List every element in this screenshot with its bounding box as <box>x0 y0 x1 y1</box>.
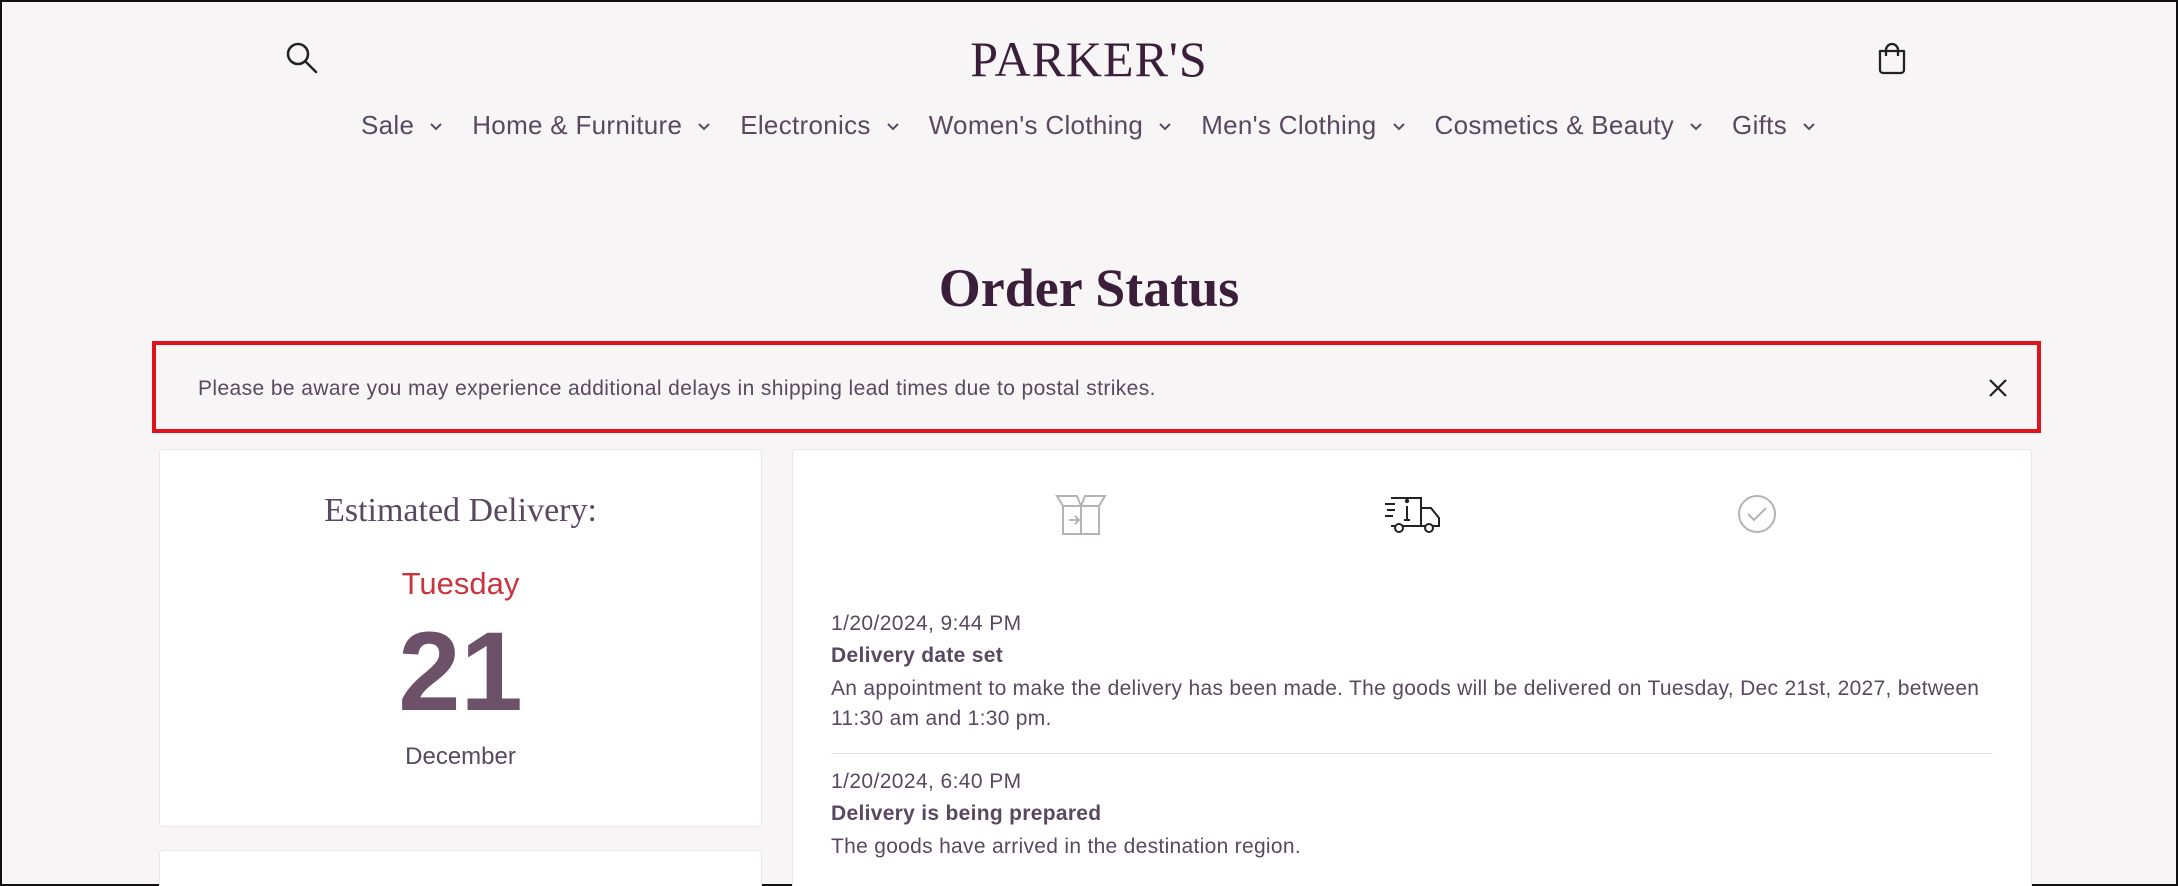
event-description: The goods have arrived in the destinatio… <box>831 835 1301 858</box>
nav-item-gifts[interactable]: Gifts <box>1718 110 1831 141</box>
event-description: An appointment to make the delivery has … <box>831 677 1980 730</box>
chevron-down-icon <box>1690 122 1702 130</box>
package-icon <box>1053 490 1109 538</box>
timeline-event: 1/20/2024, 6:40 PM Delivery is being pre… <box>831 770 1993 862</box>
delivery-truck-icon <box>1383 490 1440 538</box>
chevron-down-icon <box>430 122 442 130</box>
site-logo[interactable]: PARKER'S <box>2 30 2176 88</box>
nav-item-label: Sale <box>360 110 415 140</box>
event-title: Delivery date set <box>831 644 1004 667</box>
estimated-delivery-card: Estimated Delivery: Tuesday 21 December <box>159 449 762 827</box>
secondary-card <box>159 850 762 886</box>
nav-item-home-furniture[interactable]: Home & Furniture <box>458 110 726 141</box>
close-icon[interactable] <box>1985 375 2011 401</box>
chevron-down-icon <box>886 122 899 130</box>
delivery-day: 21 <box>398 609 523 734</box>
nav-item-womens-clothing[interactable]: Women's Clothing <box>915 110 1188 141</box>
chevron-down-icon <box>1803 122 1815 130</box>
event-time: 1/20/2024, 9:44 PM <box>831 612 1022 635</box>
check-circle-icon <box>1729 490 1785 538</box>
nav-item-sale[interactable]: Sale <box>347 110 458 141</box>
delivery-weekday: Tuesday <box>401 566 520 601</box>
chevron-down-icon <box>698 122 710 130</box>
chevron-down-icon <box>1159 122 1171 130</box>
shopping-bag-icon[interactable] <box>1874 40 1910 76</box>
timeline-event: 1/20/2024, 9:44 PM Delivery date set An … <box>831 612 1993 734</box>
shipping-delay-notice: Please be aware you may experience addit… <box>152 341 2041 433</box>
order-timeline-card: 1/20/2024, 9:44 PM Delivery date set An … <box>792 449 2032 886</box>
main-nav: Sale Home & Furniture Electronics Women'… <box>2 110 2176 141</box>
nav-item-label: Electronics <box>740 110 871 140</box>
event-time: 1/20/2024, 6:40 PM <box>831 770 1022 793</box>
nav-item-label: Cosmetics & Beauty <box>1434 110 1675 140</box>
nav-item-label: Women's Clothing <box>928 110 1144 140</box>
nav-item-label: Men's Clothing <box>1201 110 1377 140</box>
chevron-down-icon <box>1392 122 1405 130</box>
notice-text: Please be aware you may experience addit… <box>198 377 1156 400</box>
nav-item-label: Gifts <box>1732 110 1787 140</box>
estimated-delivery-title: Estimated Delivery: <box>324 492 597 529</box>
event-divider <box>831 753 1993 754</box>
nav-item-cosmetics-beauty[interactable]: Cosmetics & Beauty <box>1421 110 1719 141</box>
delivery-month: December <box>405 743 516 771</box>
nav-item-mens-clothing[interactable]: Men's Clothing <box>1187 110 1420 141</box>
nav-item-label: Home & Furniture <box>472 110 683 140</box>
nav-item-electronics[interactable]: Electronics <box>726 110 914 141</box>
site-header: PARKER'S Sale Home & Furniture Electroni… <box>2 2 2176 172</box>
page-title: Order Status <box>938 258 1240 318</box>
event-title: Delivery is being prepared <box>831 802 1102 825</box>
